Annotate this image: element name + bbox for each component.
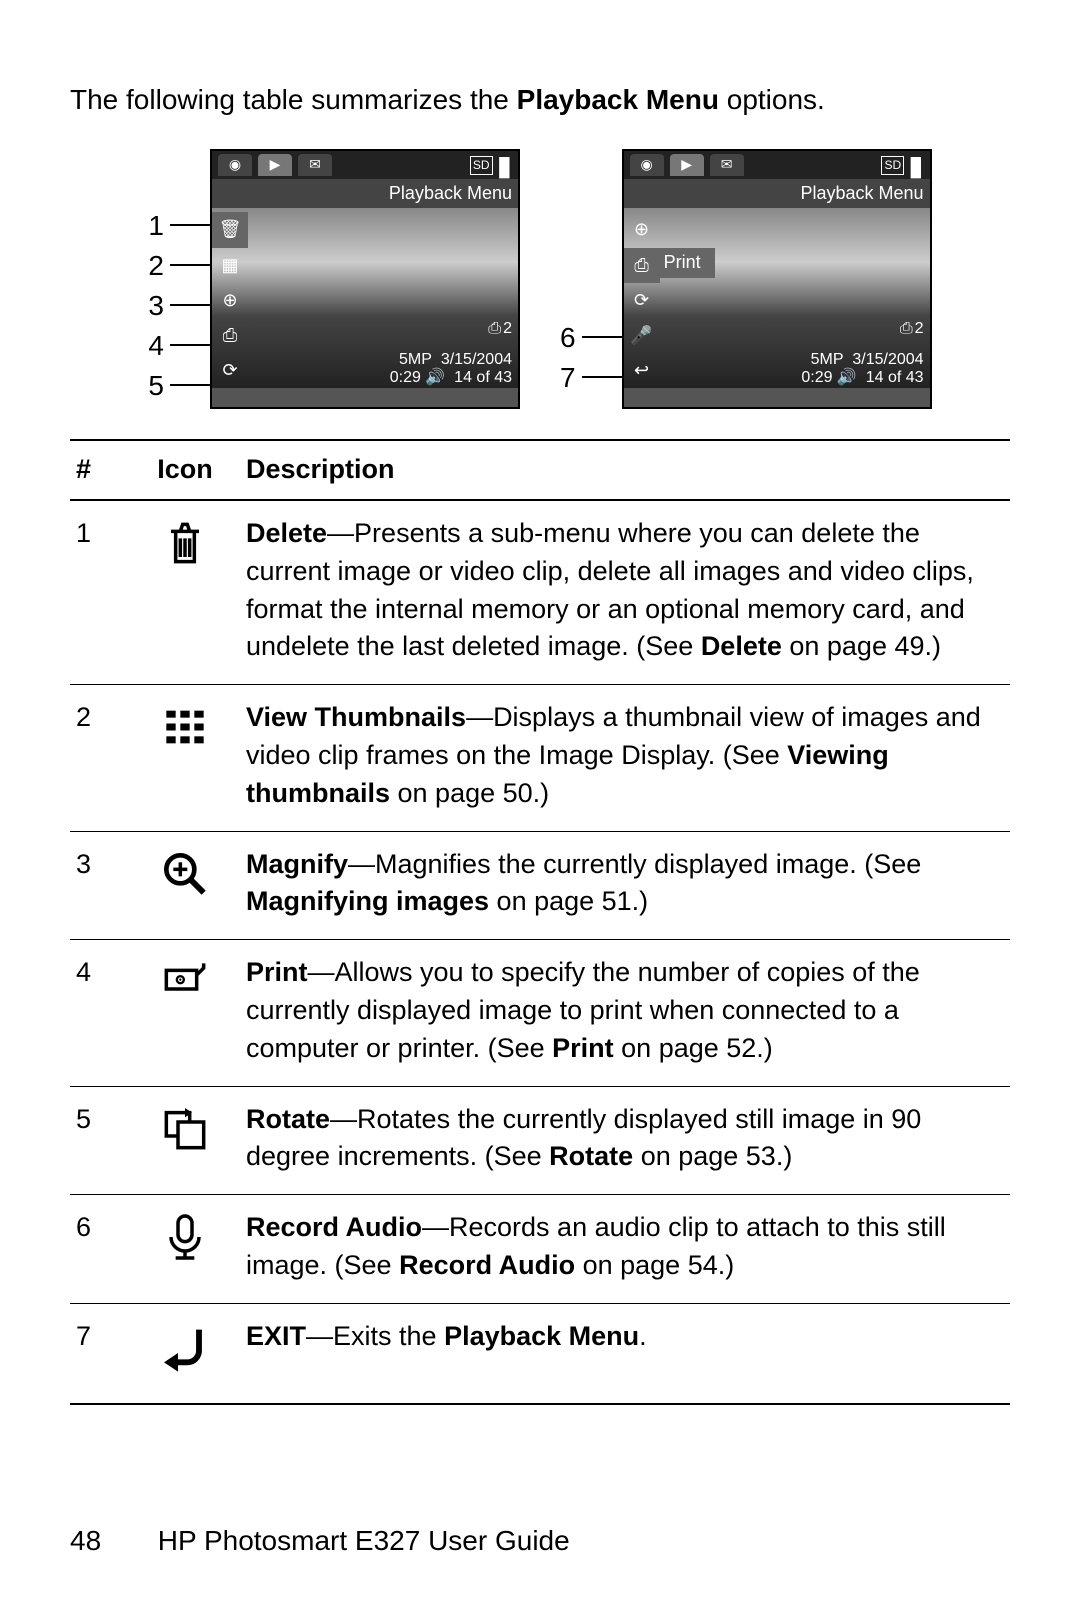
callout-2: 2 (148, 245, 210, 285)
share-tab-icon: ✉ (710, 154, 744, 176)
playback-tab-icon: ▶ (258, 154, 292, 176)
table-row: 1 Delete—Presents a sub-menu where you ca… (70, 500, 1010, 685)
magnify-icon (130, 831, 240, 940)
row-desc: View Thumbnails—Displays a thumbnail vie… (240, 685, 1010, 831)
figure-area: 1 2 3 4 5 ◉ ▶ ✉ SD▮ Playback Menu 🗑 ▦ ⊕ … (70, 149, 1010, 409)
right-callout-group: 6 7 ◉ ▶ ✉ SD▮ Playback Menu ⊕ ⎙ ⟳ 🎤 ↩ Pr… (560, 149, 932, 409)
trash-icon: 🗑 (212, 212, 248, 247)
table-row: 2 View Thumbnails—Displays a thumbnail vi… (70, 685, 1010, 831)
row-num: 1 (70, 500, 130, 685)
intro-pre: The following table summarizes the (70, 84, 517, 115)
screen-tabs: ◉ ▶ ✉ SD▮ (212, 151, 518, 179)
row-desc: EXIT—Exits the Playback Menu. (240, 1303, 1010, 1403)
table-row: 6 Record Audio—Records an audio clip to a… (70, 1195, 1010, 1304)
col-num: # (70, 440, 130, 500)
camera-tab-icon: ◉ (218, 154, 252, 176)
intro-bold: Playback Menu (517, 84, 719, 115)
row-desc: Delete—Presents a sub-menu where you can… (240, 500, 1010, 685)
playback-tab-icon: ▶ (670, 154, 704, 176)
print-icon: ⎙ (624, 248, 660, 283)
sd-icon: SD (470, 156, 493, 175)
mic-icon (130, 1195, 240, 1304)
intro-post: options. (719, 84, 825, 115)
print-icon (130, 940, 240, 1086)
print-label: Print (660, 248, 715, 277)
screen-body: 🗑 ▦ ⊕ ⎙ ⟳ ⎙2 5MP 3/15/2004 0:29 🔊 14 of … (212, 208, 518, 388)
callout-4: 4 (148, 325, 210, 365)
magnify-icon: ⊕ (212, 283, 248, 318)
row-num: 7 (70, 1303, 130, 1403)
screen-title: Playback Menu (212, 179, 518, 208)
col-desc: Description (240, 440, 1010, 500)
row-desc: Print—Allows you to specify the number o… (240, 940, 1010, 1086)
row-desc: Magnify—Magnifies the currently displaye… (240, 831, 1010, 940)
print-badge: ⎙2 (488, 318, 512, 340)
battery-icon: ▮ (908, 149, 923, 185)
screen-meta: 5MP 3/15/2004 0:29 🔊 14 of 43 (212, 344, 518, 388)
thumbnails-icon: ▦ (212, 248, 248, 283)
callout-3: 3 (148, 285, 210, 325)
callout-6: 6 (560, 317, 622, 357)
trash-icon (130, 500, 240, 685)
row-num: 3 (70, 831, 130, 940)
intro-text: The following table summarizes the Playb… (70, 80, 1010, 119)
exit-icon (130, 1303, 240, 1403)
callout-5: 5 (148, 365, 210, 405)
screen-title: Playback Menu (624, 179, 930, 208)
rotate-icon (130, 1086, 240, 1195)
row-num: 6 (70, 1195, 130, 1304)
magnify-icon: ⊕ (624, 212, 660, 247)
row-num: 2 (70, 685, 130, 831)
left-callout-group: 1 2 3 4 5 ◉ ▶ ✉ SD▮ Playback Menu 🗑 ▦ ⊕ … (148, 149, 520, 409)
table-row: 3 Magnify—Magnifies the currently display… (70, 831, 1010, 940)
table-row: 7 EXIT—Exits the Playback Menu. (70, 1303, 1010, 1403)
share-tab-icon: ✉ (298, 154, 332, 176)
screen-left: ◉ ▶ ✉ SD▮ Playback Menu 🗑 ▦ ⊕ ⎙ ⟳ ⎙2 5MP… (210, 149, 520, 409)
table-row: 5 Rotate—Rotates the currently displayed … (70, 1086, 1010, 1195)
screen-body: ⊕ ⎙ ⟳ 🎤 ↩ Print ⎙2 5MP 3/15/2004 0:29 🔊 … (624, 208, 930, 388)
row-num: 4 (70, 940, 130, 1086)
playback-menu-table: # Icon Description 1 Delete—Presents a su… (70, 439, 1010, 1404)
row-num: 5 (70, 1086, 130, 1195)
screen-meta: 5MP 3/15/2004 0:29 🔊 14 of 43 (624, 344, 930, 388)
footer-title: HP Photosmart E327 User Guide (158, 1525, 570, 1556)
right-callouts: 6 7 (560, 149, 622, 397)
screen-tabs: ◉ ▶ ✉ SD▮ (624, 151, 930, 179)
callout-7: 7 (560, 357, 622, 397)
screen-right: ◉ ▶ ✉ SD▮ Playback Menu ⊕ ⎙ ⟳ 🎤 ↩ Print … (622, 149, 932, 409)
footer: 48 HP Photosmart E327 User Guide (70, 1521, 570, 1560)
callout-1: 1 (148, 205, 210, 245)
row-desc: Rotate—Rotates the currently displayed s… (240, 1086, 1010, 1195)
camera-tab-icon: ◉ (630, 154, 664, 176)
thumbnails-icon (130, 685, 240, 831)
battery-icon: ▮ (497, 149, 512, 185)
col-icon: Icon (130, 440, 240, 500)
rotate-icon: ⟳ (624, 283, 660, 318)
left-callouts: 1 2 3 4 5 (148, 149, 210, 405)
print-badge: ⎙2 (900, 318, 924, 340)
page-number: 48 (70, 1521, 150, 1560)
table-row: 4 Print—Allows you to specify the number … (70, 940, 1010, 1086)
sd-icon: SD (881, 156, 904, 175)
row-desc: Record Audio—Records an audio clip to at… (240, 1195, 1010, 1304)
